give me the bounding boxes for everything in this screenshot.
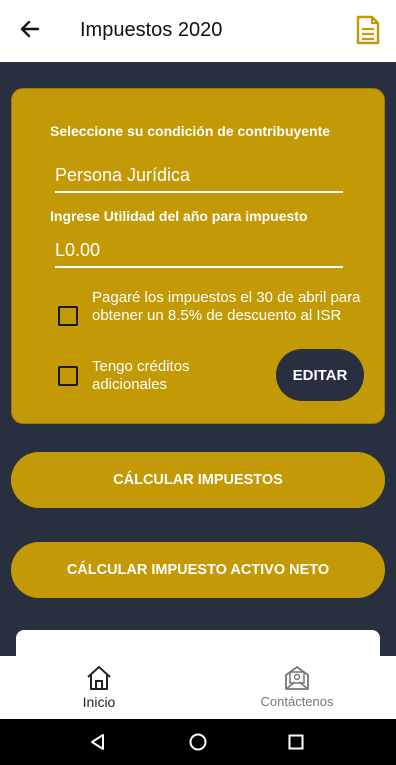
calc-taxes-button[interactable]: CÁLCULAR IMPUESTOS <box>11 452 385 508</box>
utility-label: Ingrese Utilidad del año para impuesto <box>50 208 308 224</box>
system-back-icon[interactable] <box>88 732 108 752</box>
home-icon <box>87 666 111 690</box>
contact-mail-icon <box>285 666 309 690</box>
page-title: Impuestos 2020 <box>80 19 223 41</box>
calc-net-asset-tax-button[interactable]: CÁLCULAR IMPUESTO ACTIVO NETO <box>11 542 385 598</box>
back-arrow-icon[interactable] <box>18 17 42 41</box>
credits-checkbox-label: Tengo créditos adicionales <box>92 358 190 393</box>
nav-label-inicio: Inicio <box>82 694 116 710</box>
app-bar: Impuestos 2020 <box>0 0 396 62</box>
system-navigation-bar <box>0 719 396 765</box>
nav-item-inicio[interactable]: Inicio <box>0 656 198 719</box>
condition-label: Seleccione su condición de contribuyente <box>50 123 331 139</box>
edit-button[interactable]: EDITAR <box>276 349 364 401</box>
taxpayer-form-card: Seleccione su condición de contribuyente… <box>11 88 385 424</box>
system-home-icon[interactable] <box>188 732 208 752</box>
document-icon[interactable] <box>355 15 381 45</box>
condition-select[interactable]: Persona Jurídica <box>55 165 343 193</box>
nav-item-contactenos[interactable]: Contáctenos <box>198 656 396 719</box>
system-recents-icon[interactable] <box>286 732 306 752</box>
nav-label-contactenos: Contáctenos <box>260 694 334 709</box>
discount-checkbox[interactable] <box>58 306 78 326</box>
credits-checkbox[interactable] <box>58 366 78 386</box>
utility-input[interactable]: L0.00 <box>55 240 343 268</box>
bottom-navigation: Inicio Contáctenos <box>0 656 396 719</box>
discount-checkbox-label: Pagaré los impuestos el 30 de abril para… <box>92 289 361 324</box>
